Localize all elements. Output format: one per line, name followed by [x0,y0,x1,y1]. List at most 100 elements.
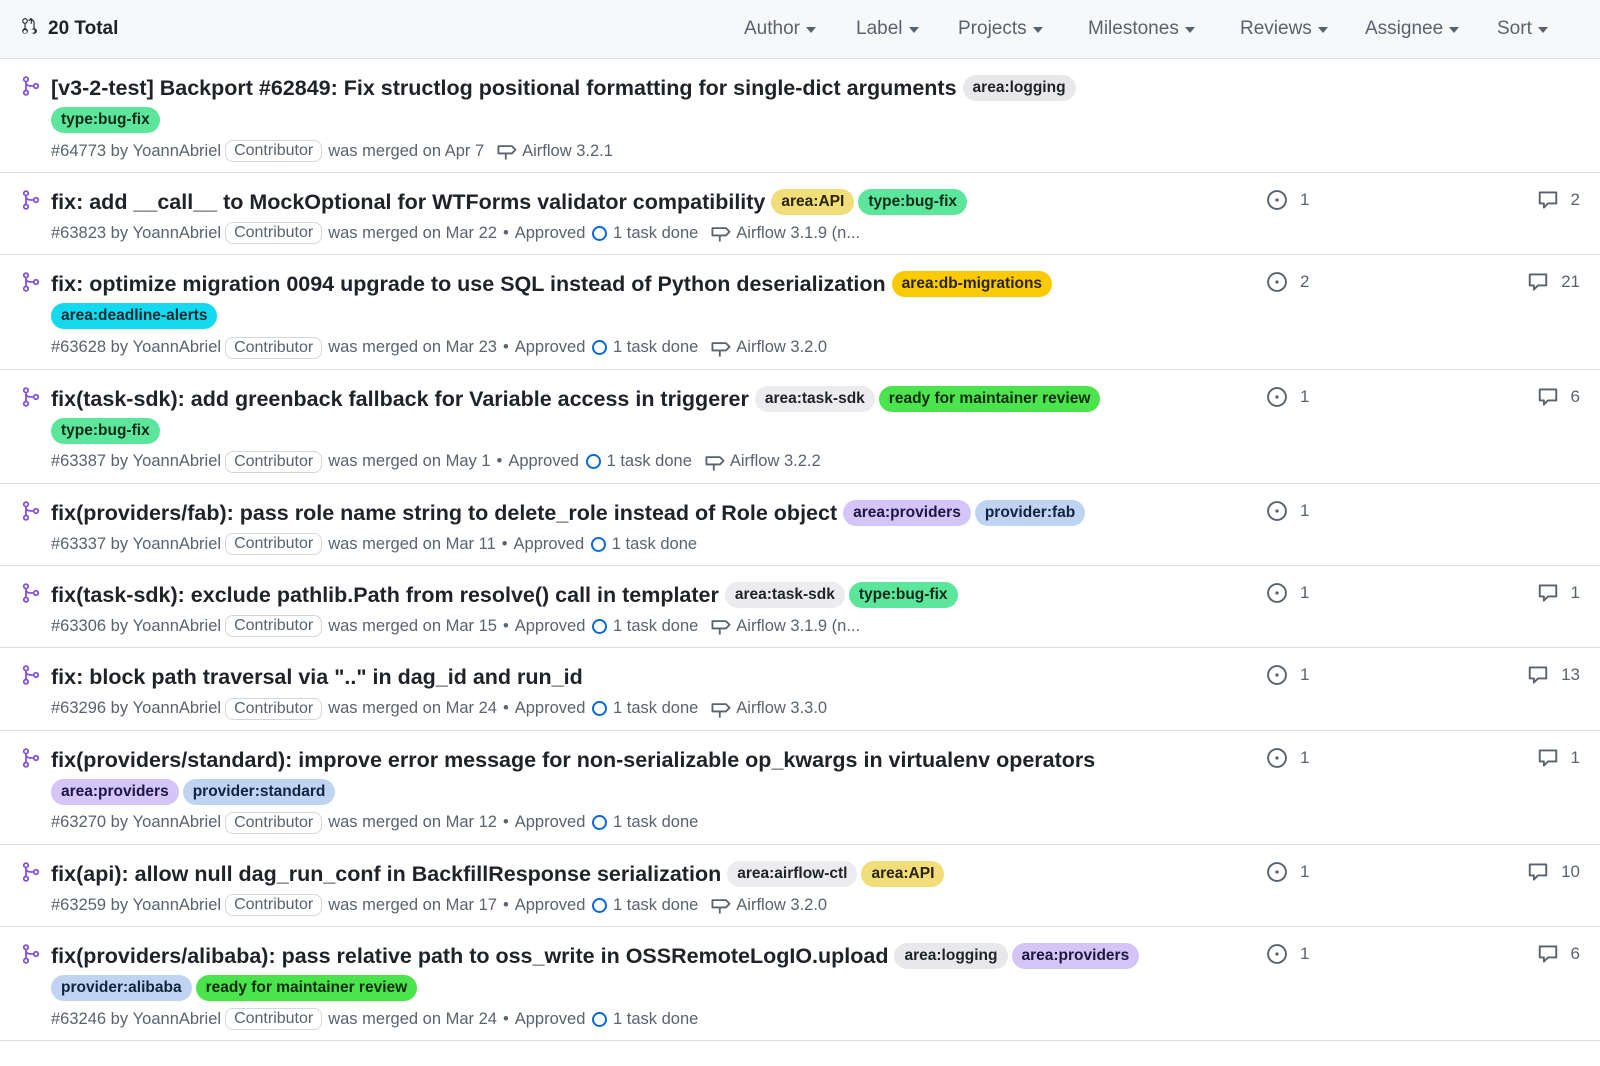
filter-author[interactable]: Author [744,18,816,40]
milestone-link[interactable]: Airflow 3.3.0 [736,699,827,718]
label-badge[interactable]: type:bug-fix [848,582,958,609]
author-link[interactable]: YoannAbriel [133,896,221,915]
comments-link[interactable]: 6 [1537,943,1580,965]
linked-issue-icon [1266,943,1294,965]
comment-count: 2 [1570,190,1580,210]
task-count: 1 task done [606,452,692,471]
label-badge[interactable]: area:task-sdk [724,582,845,609]
caret-down-icon [1449,27,1460,33]
comments-link[interactable]: 10 [1527,861,1580,883]
pr-content: fix(providers/alibaba): pass relative pa… [51,940,1300,1031]
comments-link[interactable]: 6 [1537,386,1580,408]
comments-link[interactable]: 1 [1537,747,1580,769]
pr-title-link[interactable]: fix(providers/alibaba): pass relative pa… [51,944,888,968]
author-link[interactable]: YoannAbriel [133,813,221,832]
filter-reviews[interactable]: Reviews [1240,18,1328,40]
pr-meta: #63628 by YoannAbriel Contributor was merg… [51,336,1300,359]
label-badge[interactable]: area:logging [962,75,1076,101]
label-badge[interactable]: type:bug-fix [51,107,160,133]
filter-milestones[interactable]: Milestones [1088,18,1195,40]
pr-content: fix: optimize migration 0094 upgrade to … [51,268,1300,359]
milestone-link[interactable]: Airflow 3.2.1 [522,142,613,161]
author-link[interactable]: YoannAbriel [133,699,221,718]
pr-title-link[interactable]: fix(api): allow null dag_run_conf in Bac… [51,862,721,886]
comments-link[interactable]: 13 [1527,664,1580,686]
review-status-link[interactable]: Approved [515,617,586,636]
filter-projects[interactable]: Projects [958,18,1043,40]
pr-title-link[interactable]: fix: add __call__ to MockOptional for WT… [51,190,765,214]
author-link[interactable]: YoannAbriel [133,338,221,357]
pr-title-line: fix(providers/fab): pass role name strin… [51,497,1300,529]
by-text: by [106,895,133,914]
separator-dot: • [502,223,509,242]
milestone-link[interactable]: Airflow 3.2.2 [730,452,821,471]
pr-title-link[interactable]: fix(providers/standard): improve error m… [51,748,1095,772]
review-status-link[interactable]: Approved [515,813,586,832]
author-link[interactable]: YoannAbriel [133,224,221,243]
label-badge[interactable]: provider:standard [182,778,336,805]
merged-date: was merged on Mar 23 [328,338,497,357]
linked-issues[interactable]: 1 [1266,189,1309,211]
label-badge[interactable]: area:deadline-alerts [51,303,218,330]
review-status-link[interactable]: Approved [515,224,586,243]
label-badge[interactable]: ready for maintainer review [195,975,418,1002]
label-badge[interactable]: area:API [861,860,945,887]
linked-issues[interactable]: 1 [1266,582,1309,604]
label-badge[interactable]: provider:fab [974,499,1086,526]
linked-issues[interactable]: 1 [1266,386,1309,408]
milestone-link[interactable]: Airflow 3.1.9 (n... [736,224,860,243]
review-status-link[interactable]: Approved [508,452,579,471]
label-badge[interactable]: type:bug-fix [858,189,967,216]
author-link[interactable]: YoannAbriel [133,142,221,161]
label-badge[interactable]: area:providers [51,778,179,805]
label-badge[interactable]: area:providers [843,499,971,526]
author-link[interactable]: YoannAbriel [133,535,221,554]
review-status-link[interactable]: Approved [515,699,586,718]
linked-issues[interactable]: 1 [1266,664,1309,686]
author-link[interactable]: YoannAbriel [133,452,221,471]
milestone-link[interactable]: Airflow 3.2.0 [736,896,827,915]
label-badge[interactable]: area:providers [1011,943,1140,970]
milestone-link[interactable]: Airflow 3.2.0 [736,338,827,357]
pr-title-link[interactable]: fix(task-sdk): exclude pathlib.Path from… [51,583,719,607]
comments-link[interactable]: 1 [1537,582,1580,604]
review-status-link[interactable]: Approved [515,1010,586,1029]
author-link[interactable]: YoannAbriel [133,617,221,636]
label-badge[interactable]: area:logging [894,943,1008,970]
pr-title-link[interactable]: [v3-2-test] Backport #62849: Fix structl… [51,76,957,100]
linked-issues[interactable]: 2 [1266,271,1309,293]
comments-link[interactable]: 2 [1537,189,1580,211]
review-status-link[interactable]: Approved [515,338,586,357]
filter-label[interactable]: Label [856,18,919,40]
pr-title-link[interactable]: fix(providers/fab): pass role name strin… [51,501,837,525]
review-status-link[interactable]: Approved [514,535,585,554]
comments-link[interactable]: 21 [1527,271,1580,293]
linked-issues[interactable]: 1 [1266,747,1309,769]
author-link[interactable]: YoannAbriel [133,1010,221,1029]
label-badge[interactable]: area:airflow-ctl [727,860,858,887]
task-progress-icon [591,815,607,831]
pr-meta: #63337 by YoannAbriel Contributor was merg… [51,533,1300,556]
label-badge[interactable]: ready for maintainer review [878,385,1101,412]
pr-title-link[interactable]: fix: block path traversal via ".." in da… [51,665,583,689]
label-badge[interactable]: area:db-migrations [891,271,1053,298]
filter-sort[interactable]: Sort [1497,18,1548,40]
filter-assignee[interactable]: Assignee [1365,18,1460,40]
label-badge[interactable]: area:task-sdk [754,385,875,412]
milestone-link[interactable]: Airflow 3.1.9 (n... [736,617,860,636]
linked-issue-count: 1 [1300,386,1310,406]
review-status-link[interactable]: Approved [515,896,586,915]
comment-count: 1 [1570,583,1580,603]
pr-meta: #63387 by YoannAbriel Contributor was merg… [51,450,1300,473]
linked-issues[interactable]: 1 [1266,500,1309,522]
pr-list: [v3-2-test] Backport #62849: Fix structl… [0,59,1600,1042]
label-badge[interactable]: type:bug-fix [51,417,160,444]
linked-issues[interactable]: 1 [1266,861,1309,883]
linked-issues[interactable]: 1 [1266,943,1309,965]
label-badge[interactable]: provider:alibaba [51,975,192,1002]
pr-row: fix: block path traversal via ".." in da… [0,648,1600,731]
pr-title-link[interactable]: fix(task-sdk): add greenback fallback fo… [51,387,749,411]
linked-issue-icon [1266,582,1294,604]
label-badge[interactable]: area:API [771,189,855,216]
pr-title-link[interactable]: fix: optimize migration 0094 upgrade to … [51,272,886,296]
